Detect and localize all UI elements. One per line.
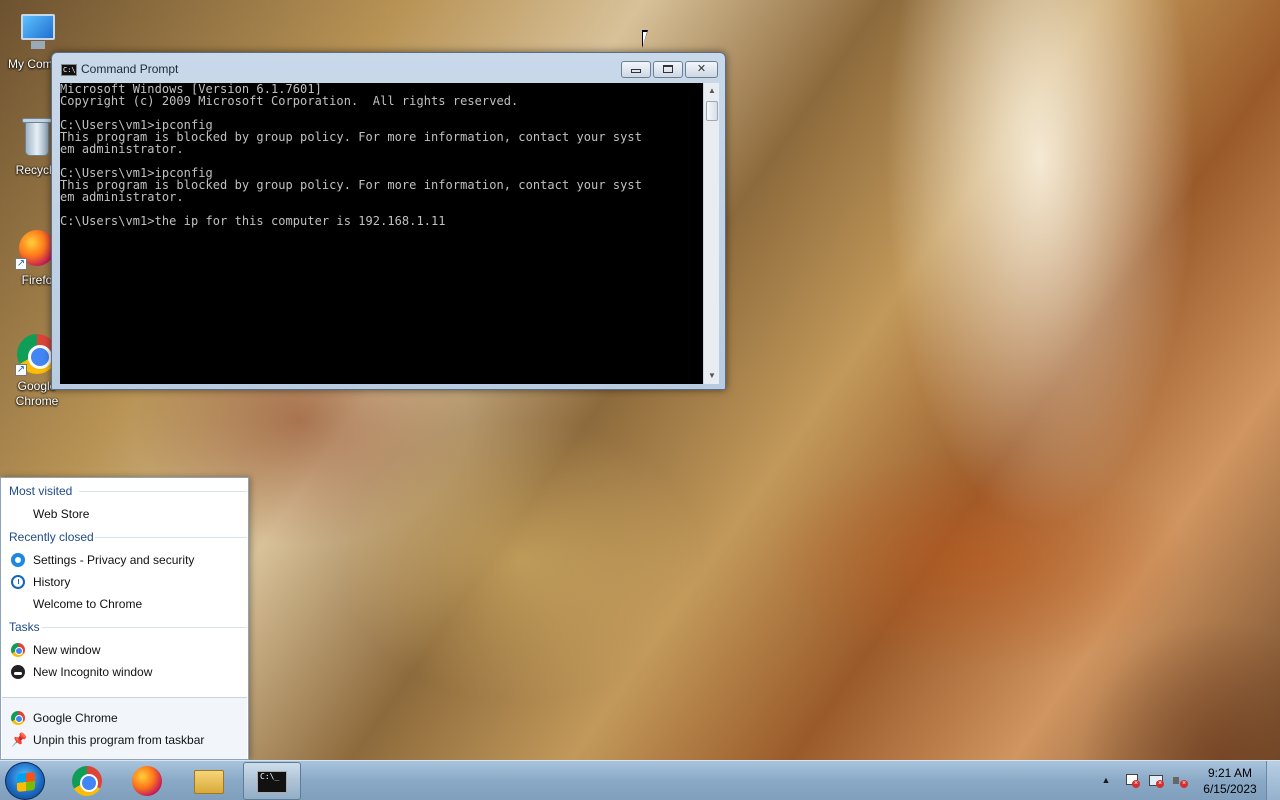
maximize-icon	[663, 65, 673, 73]
chrome-jump-list: Most visited Web Store Recently closed S…	[0, 477, 249, 760]
mouse-cursor-icon	[642, 30, 648, 48]
taskbar-chrome-button[interactable]	[59, 762, 117, 800]
window-titlebar[interactable]: C:\ Command Prompt ✕	[52, 53, 725, 83]
minimize-icon	[631, 69, 641, 73]
vertical-scrollbar[interactable]: ▲ ▼	[703, 83, 719, 384]
gear-icon	[11, 553, 25, 567]
jumplist-item-label: Google Chrome	[33, 711, 118, 725]
clock-time: 9:21 AM	[1207, 766, 1253, 780]
jumplist-item-settings[interactable]: Settings - Privacy and security	[9, 550, 245, 570]
chrome-icon	[11, 711, 25, 725]
taskbar: C:\_ ▲ × × × 9:21 AM 6/15/2023	[0, 760, 1280, 800]
scroll-up-arrow-icon[interactable]: ▲	[704, 83, 720, 99]
windows-logo-icon	[17, 772, 35, 792]
show-hidden-icons-button[interactable]: ▲	[1100, 773, 1112, 787]
section-header-most-visited: Most visited	[9, 484, 249, 498]
jumplist-item-label: History	[33, 575, 71, 589]
clock[interactable]: 9:21 AM 6/15/2023	[1196, 765, 1264, 797]
computer-icon	[15, 10, 59, 54]
action-center-flag-icon[interactable]: ×	[1124, 774, 1140, 788]
console-line: em administrator.	[60, 142, 184, 156]
show-desktop-button[interactable]	[1266, 761, 1280, 800]
taskbar-firefox-button[interactable]	[119, 762, 177, 800]
volume-icon[interactable]: ×	[1172, 774, 1188, 788]
jumplist-item-label: New Incognito window	[33, 665, 153, 679]
scroll-thumb[interactable]	[706, 101, 718, 121]
window-title: Command Prompt	[81, 62, 179, 76]
desktop: My Compu Recycle ↗ Firefo ↗ Google Chrom…	[0, 0, 1280, 760]
maximize-button[interactable]	[653, 61, 683, 78]
taskbar-explorer-button[interactable]	[181, 762, 239, 800]
jumplist-item-welcome[interactable]: Welcome to Chrome	[9, 594, 245, 614]
jumplist-item-label: New window	[33, 643, 101, 657]
incognito-icon	[11, 665, 25, 679]
clock-date: 6/15/2023	[1203, 782, 1257, 796]
console-output[interactable]: Microsoft Windows [Version 6.1.7601] Cop…	[60, 83, 703, 384]
jumplist-item-label: Settings - Privacy and security	[33, 553, 195, 567]
command-prompt-icon: C:\_	[257, 771, 287, 793]
jumplist-item-unpin[interactable]: 📌 Unpin this program from taskbar	[9, 730, 245, 750]
jumplist-item-web-store[interactable]: Web Store	[9, 504, 245, 524]
console-line: Copyright (c) 2009 Microsoft Corporation…	[60, 94, 519, 108]
section-header-recently-closed: Recently closed	[9, 530, 247, 544]
start-button[interactable]	[5, 762, 45, 800]
close-button[interactable]: ✕	[685, 61, 718, 78]
chrome-icon	[11, 643, 25, 657]
command-prompt-icon[interactable]: C:\	[61, 64, 77, 76]
jumplist-item-label: Web Store	[33, 507, 90, 521]
jumplist-item-new-window[interactable]: New window	[9, 640, 245, 660]
taskbar-command-prompt-button[interactable]: C:\_	[243, 762, 301, 800]
jumplist-item-google-chrome[interactable]: Google Chrome	[9, 708, 245, 728]
pin-icon: 📌	[11, 732, 28, 747]
console-line: em administrator.	[60, 190, 184, 204]
console-line: C:\Users\vm1>the ip for this computer is…	[60, 214, 446, 228]
firefox-icon	[132, 766, 162, 796]
minimize-button[interactable]	[621, 61, 651, 78]
jumplist-item-new-incognito-window[interactable]: New Incognito window	[9, 662, 245, 682]
close-icon: ✕	[696, 63, 707, 75]
history-icon	[11, 575, 25, 589]
network-icon[interactable]: ×	[1148, 774, 1164, 788]
chrome-icon	[72, 766, 102, 796]
folder-icon	[194, 770, 224, 794]
section-header-tasks: Tasks	[9, 620, 245, 634]
jumplist-item-history[interactable]: History	[9, 572, 245, 592]
scroll-down-arrow-icon[interactable]: ▼	[704, 368, 720, 384]
command-prompt-window[interactable]: C:\ Command Prompt ✕ Microsoft Windows […	[51, 52, 726, 390]
jumplist-item-label: Unpin this program from taskbar	[33, 733, 205, 747]
jumplist-item-label: Welcome to Chrome	[33, 597, 143, 611]
